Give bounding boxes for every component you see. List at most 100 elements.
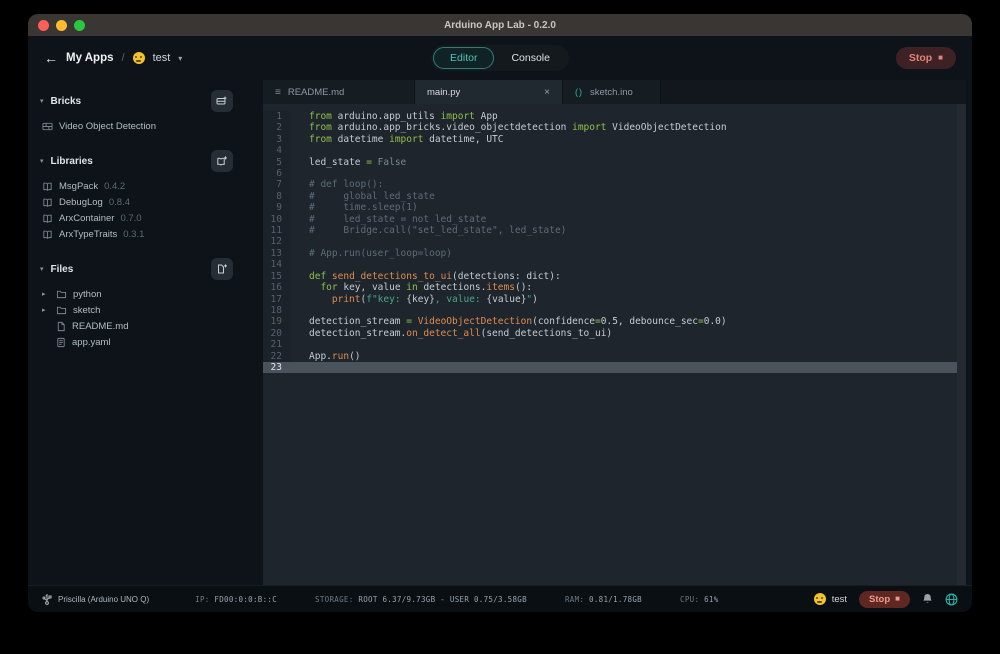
sidebar-item-debuglog[interactable]: DebugLog0.8.4 [36, 194, 251, 210]
add-file-icon [216, 263, 228, 275]
metric-label: RAM: [565, 595, 584, 604]
line-number: 18 [263, 305, 291, 316]
title-bar: Arduino App Lab - 0.2.0 [28, 14, 972, 36]
sidebar-section-bricks: ▾BricksVideo Object Detection [36, 86, 251, 134]
add-file-button[interactable] [211, 258, 233, 280]
item-label: python [73, 289, 102, 300]
line-content: detection_stream = VideoObjectDetection(… [291, 316, 957, 327]
code-line-13: 13# App.run(user_loop=loop) [263, 248, 957, 259]
sidebar-item-msgpack[interactable]: MsgPack0.4.2 [36, 178, 251, 194]
app-window: Arduino App Lab - 0.2.0 ← My Apps / test… [28, 14, 972, 612]
breadcrumb-app-name[interactable]: test [153, 52, 171, 64]
line-content: from arduino.app_utils import App [291, 111, 957, 122]
line-content: for key, value in detections.items(): [291, 282, 957, 293]
editor-tab-main-py[interactable]: main.py× [415, 80, 563, 104]
tab-console[interactable]: Console [494, 47, 567, 69]
chevron-down-icon: ▾ [40, 157, 44, 165]
add-brick-button[interactable] [211, 90, 233, 112]
running-app[interactable]: test [814, 593, 847, 605]
line-number: 12 [263, 236, 291, 247]
stop-button[interactable]: Stop ■ [896, 47, 956, 69]
line-number: 23 [263, 362, 291, 373]
line-number: 14 [263, 259, 291, 270]
line-content: # led_state = not led_state [291, 214, 957, 225]
line-content [291, 236, 957, 247]
tab-editor[interactable]: Editor [433, 47, 494, 69]
stop-square-icon: ■ [895, 595, 900, 603]
code-line-1: 1from arduino.app_utils import App [263, 111, 957, 122]
sidebar-item-arxcontainer[interactable]: ArxContainer0.7.0 [36, 210, 251, 226]
editor-tab-readme-md[interactable]: ≡README.md [263, 80, 415, 104]
line-content: led_state = False [291, 157, 957, 168]
code-line-14: 14 [263, 259, 957, 270]
section-header-libraries[interactable]: ▾Libraries [36, 146, 251, 178]
book-icon [42, 213, 53, 224]
chevron-right-icon[interactable]: ▸ [42, 306, 50, 314]
sidebar-item-app-yaml[interactable]: app.yaml [36, 334, 251, 350]
code-line-4: 4 [263, 145, 957, 156]
line-number: 1 [263, 111, 291, 122]
line-number: 2 [263, 122, 291, 133]
metric-ram: RAM: 0.81/1.78GB [565, 595, 642, 604]
device-status[interactable]: Priscilla (Arduino UNO Q) [42, 593, 149, 605]
line-number: 19 [263, 316, 291, 327]
section-title: Files [51, 264, 74, 275]
status-stop-button[interactable]: Stop ■ [859, 591, 910, 608]
sidebar-item-python[interactable]: ▸ python [36, 286, 251, 302]
section-header-files[interactable]: ▾Files [36, 254, 251, 286]
line-content [291, 259, 957, 270]
sidebar-item-arxtypetraits[interactable]: ArxTypeTraits0.3.1 [36, 226, 251, 242]
code-line-22: 22App.run() [263, 351, 957, 362]
close-tab-icon[interactable]: × [544, 87, 550, 98]
chevron-down-icon[interactable]: ▾ [178, 54, 182, 63]
markdown-icon: ≡ [275, 87, 281, 98]
back-arrow-icon[interactable]: ← [44, 50, 58, 66]
metric-value: 0.81/1.78GB [589, 595, 642, 604]
sidebar-item-sketch[interactable]: ▸sketch [36, 302, 251, 318]
line-content: # global led_state [291, 191, 957, 202]
sidebar-item-video-object-detection[interactable]: Video Object Detection [36, 118, 251, 134]
item-label: ArxContainer [59, 213, 114, 224]
folder-icon [56, 289, 67, 299]
line-number: 10 [263, 214, 291, 225]
line-content [291, 339, 957, 350]
metric-value: 61% [704, 595, 718, 604]
code-line-23: 23 [263, 362, 957, 373]
sidebar-item-readme-md[interactable]: README.md [36, 318, 251, 334]
code-editor[interactable]: 1from arduino.app_utils import App2from … [263, 104, 957, 585]
line-number: 22 [263, 351, 291, 362]
line-content [291, 362, 957, 373]
editor-scrollbar[interactable] [957, 104, 966, 585]
line-number: 3 [263, 134, 291, 145]
code-wrap: 1from arduino.app_utils import App2from … [263, 104, 966, 585]
breadcrumb-my-apps[interactable]: My Apps [66, 52, 114, 64]
editor-tab-sketch-ino[interactable]: ()sketch.ino [563, 80, 661, 104]
line-number: 11 [263, 225, 291, 236]
line-number: 7 [263, 179, 291, 190]
community-globe-icon[interactable] [945, 593, 958, 606]
arduino-icon: () [575, 87, 583, 97]
notifications-bell-icon[interactable] [922, 593, 933, 605]
metric-storage: STORAGE: ROOT 6.37/9.73GB - USER 0.75/3.… [315, 595, 527, 604]
code-line-8: 8# global led_state [263, 191, 957, 202]
sidebar: ▾BricksVideo Object Detection ▾LibrariesM… [28, 80, 263, 585]
add-library-button[interactable] [211, 150, 233, 172]
section-header-bricks[interactable]: ▾Bricks [36, 86, 251, 118]
code-line-20: 20detection_stream.on_detect_all(send_de… [263, 328, 957, 339]
metric-value: ROOT 6.37/9.73GB - USER 0.75/3.58GB [358, 595, 527, 604]
chevron-down-icon: ▾ [40, 97, 44, 105]
add-library-icon [216, 155, 228, 167]
line-number: 17 [263, 294, 291, 305]
chevron-right-icon[interactable]: ▸ [42, 290, 50, 298]
code-line-2: 2from arduino.app_bricks.video_objectdet… [263, 122, 957, 133]
item-version: 0.8.4 [109, 197, 130, 208]
usb-icon [42, 593, 52, 605]
code-line-7: 7# def loop(): [263, 179, 957, 190]
editor-panel: ≡README.mdmain.py×()sketch.ino 1from ard… [263, 80, 966, 585]
sidebar-section-files: ▾Files ▸ python ▸sketchREADME.mdapp.yaml [36, 254, 251, 350]
metric-label: STORAGE: [315, 595, 354, 604]
yaml-file-icon [56, 337, 66, 348]
main-content: ▾BricksVideo Object Detection ▾LibrariesM… [28, 80, 972, 585]
line-content: # time.sleep(1) [291, 202, 957, 213]
app-emoji-icon [133, 52, 145, 64]
